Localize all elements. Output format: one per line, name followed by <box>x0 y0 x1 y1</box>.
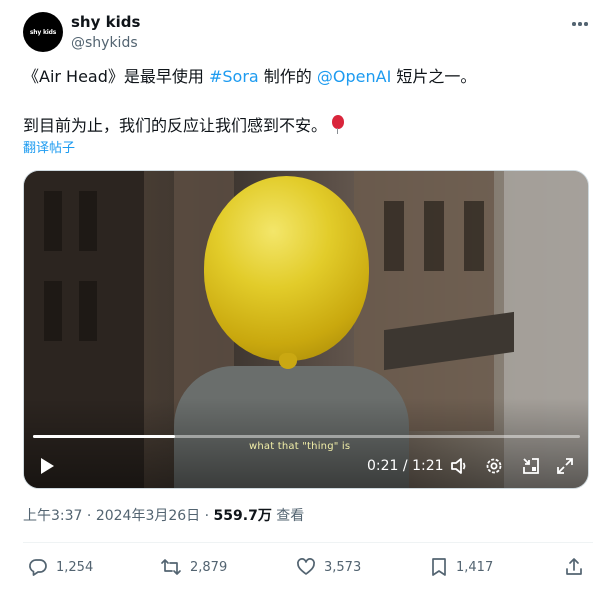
share-icon <box>566 558 582 575</box>
video-duration: 1:21 <box>412 458 444 474</box>
video-time-separator: / <box>398 458 413 474</box>
video-time: 0:21 / 1:21 <box>367 456 444 476</box>
reply-icon <box>29 559 47 576</box>
heart-icon <box>297 558 315 575</box>
more-options-icon[interactable] <box>569 14 591 34</box>
video-progress-bar[interactable] <box>33 435 580 438</box>
balloon-emoji-icon <box>331 115 345 134</box>
video-current-time: 0:21 <box>367 458 399 474</box>
reply-button[interactable]: 1,254 <box>28 555 93 579</box>
meta-dot-2: · <box>200 508 214 524</box>
play-icon[interactable] <box>36 455 58 477</box>
fullscreen-icon[interactable] <box>554 455 576 477</box>
volume-icon[interactable] <box>448 455 470 477</box>
picture-in-picture-icon[interactable] <box>520 455 542 477</box>
views-count: 559.7万 <box>213 508 272 524</box>
author-handle[interactable]: @shykids <box>71 33 140 53</box>
views-label: 查看 <box>271 508 305 524</box>
mention-link[interactable]: @OpenAI <box>317 67 391 86</box>
repost-icon <box>161 559 181 575</box>
tweet-date[interactable]: 2024年3月26日 <box>96 508 200 524</box>
repost-button[interactable]: 2,879 <box>160 555 227 579</box>
tweet-text-mid: 制作的 <box>258 67 317 86</box>
tweet-time[interactable]: 上午3:37 <box>23 508 82 524</box>
author-names: shy kids @shykids <box>71 13 140 53</box>
translate-post-link[interactable]: 翻译帖子 <box>23 140 75 158</box>
reply-count: 1,254 <box>56 559 94 575</box>
video-subtitle: what that "thing" is <box>249 441 351 452</box>
share-button[interactable] <box>564 555 584 579</box>
tweet-text-line-1: 《Air Head》是最早使用 #Sora 制作的 @OpenAI 短片之一。 <box>23 66 593 88</box>
tweet-text-line-2-body: 到目前为止，我们的反应让我们感到不安。 <box>23 116 328 135</box>
video-progress-fill <box>33 435 176 438</box>
tweet-header: shy kids shy kids @shykids <box>23 12 593 56</box>
yellow-balloon-head <box>204 176 369 361</box>
tweet-text-prefix: 《Air Head》是最早使用 <box>23 67 209 86</box>
tweet-text-line-2: 到目前为止，我们的反应让我们感到不安。 <box>23 115 593 137</box>
settings-icon[interactable] <box>483 455 505 477</box>
bookmark-button[interactable]: 1,417 <box>430 555 493 579</box>
hashtag-link[interactable]: #Sora <box>209 67 259 86</box>
tweet-text-suffix: 短片之一。 <box>391 67 477 86</box>
avatar[interactable]: shy kids <box>23 12 63 52</box>
video-player[interactable]: what that "thing" is 0:21 / 1:21 <box>23 170 589 489</box>
author-display-name[interactable]: shy kids <box>71 13 140 32</box>
like-count: 3,573 <box>324 559 362 575</box>
like-button[interactable]: 3,573 <box>296 555 361 579</box>
repost-count: 2,879 <box>190 559 228 575</box>
balloon-knot <box>279 353 297 369</box>
meta-dot: · <box>82 508 96 524</box>
bookmark-count: 1,417 <box>456 559 494 575</box>
divider <box>23 542 593 543</box>
tweet-meta: 上午3:37 · 2024年3月26日 · 559.7万 查看 <box>23 506 304 526</box>
bookmark-icon <box>432 558 446 576</box>
